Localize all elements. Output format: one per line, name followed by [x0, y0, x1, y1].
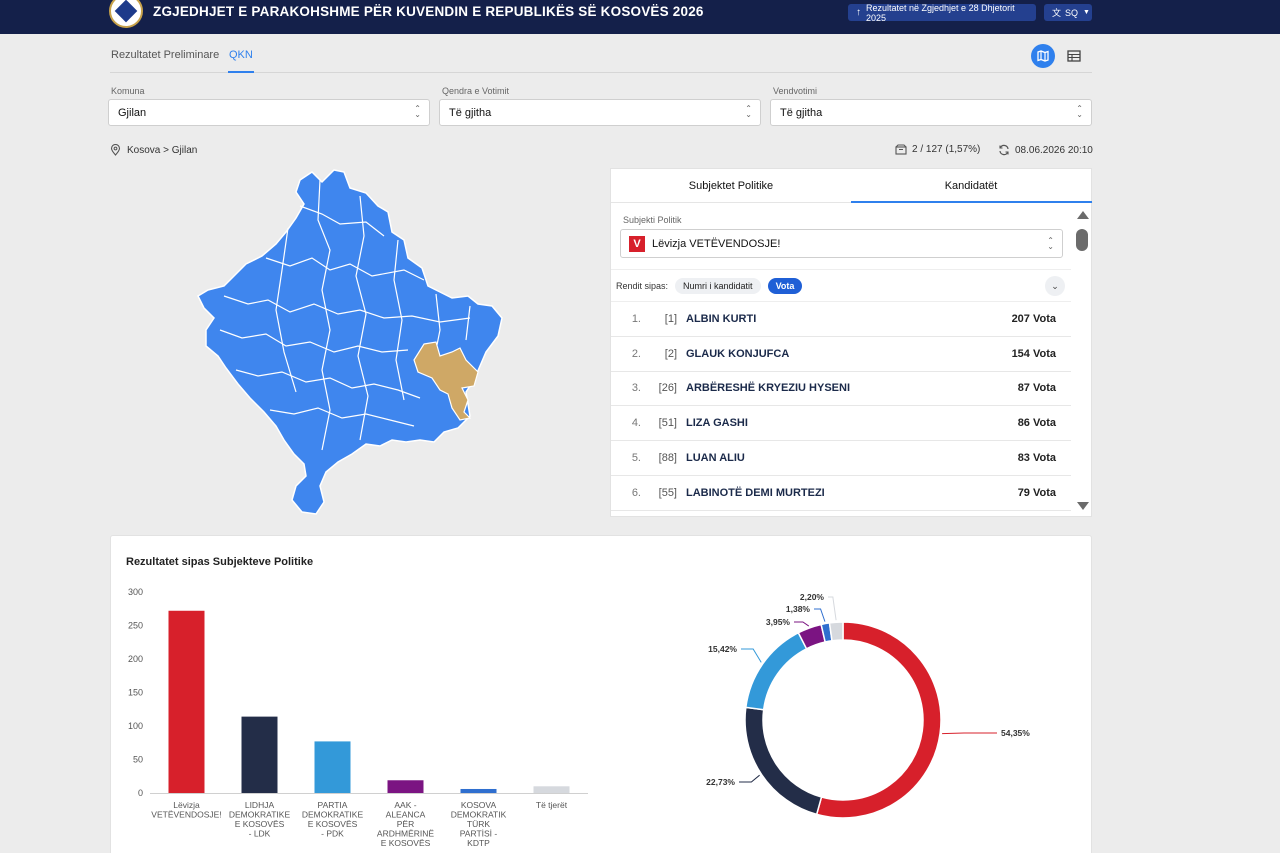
candidate-rank: 1. [631, 312, 641, 325]
kosovo-map-shape [197, 169, 503, 515]
kosovo-municipalities-map[interactable] [190, 165, 510, 525]
candidates-panel: Subjektet Politike Kandidatët Subjekti P… [610, 168, 1093, 517]
candidate-number: [26] [658, 382, 677, 395]
candidate-number: [88] [658, 452, 677, 465]
language-selector[interactable]: 文 SQ ▼ [1044, 4, 1092, 21]
chevron-updown-icon: ⌃ ⌄ [1047, 236, 1054, 251]
candidate-number: [51] [658, 417, 677, 430]
sort-label: Rendit sipas: [616, 280, 669, 291]
chevron-down-icon[interactable]: ⌄ [1045, 276, 1065, 296]
candidate-name: LUAN ALIU [686, 452, 745, 465]
location-pin-icon [110, 144, 121, 156]
candidate-votes: 86 Vota [1017, 417, 1056, 430]
candidate-votes: 207 Vota [1011, 312, 1056, 325]
scroll-up-arrow-icon[interactable] [1077, 211, 1089, 219]
candidate-name: ALBIN KURTI [686, 312, 757, 325]
map-view-button[interactable] [1031, 44, 1055, 68]
candidate-name: ARBËRESHË KRYEZIU HYSENI [686, 382, 851, 395]
active-tab-indicator [851, 201, 1092, 203]
vendvotimi-label: Vendvotimi [773, 86, 818, 96]
candidate-votes: 83 Vota [1017, 452, 1056, 465]
chevron-updown-icon: ⌃ ⌄ [745, 104, 752, 119]
tab-candidates[interactable]: Kandidatët [851, 169, 1091, 203]
chevron-updown-icon: ⌃ ⌄ [414, 104, 421, 119]
tab-qkn[interactable]: QKN [229, 49, 253, 61]
previous-results-button[interactable]: ↑ Rezultatet në Zgjedhjet e 28 Dhjetorit… [848, 3, 1036, 23]
page-title: ZGJEDHJET E PARAKOHSHME PËR KUVENDIN E R… [153, 4, 704, 19]
candidate-number: [2] [664, 347, 677, 360]
polling-stations-count: 2 / 127 (1,57%) [895, 144, 980, 155]
table-icon [1067, 50, 1081, 62]
candidate-rank: 2. [631, 347, 641, 360]
active-tab-indicator [228, 71, 254, 73]
candidate-rank: 6. [631, 486, 641, 499]
vendvotimi-select[interactable]: Të gjitha ⌃ ⌄ [770, 99, 1092, 126]
sort-controls: Rendit sipas: Numri i kandidatit Vota ⌄ [611, 269, 1071, 302]
candidate-row[interactable]: 6. [55] LABINOTË DEMI MURTEZI 79 Vota [611, 476, 1071, 511]
qendra-label: Qendra e Votimit [442, 86, 510, 96]
vetevendosje-logo: V [629, 235, 645, 252]
tab-preliminary-results[interactable]: Rezultatet Preliminare [111, 49, 219, 61]
candidate-votes: 154 Vota [1011, 347, 1056, 360]
political-subject-select[interactable]: V Lëvizja VETËVENDOSJE! ⌃ ⌄ [620, 229, 1063, 258]
subject-label: Subjekti Politik [623, 215, 682, 225]
chevron-down-icon: ▼ [1083, 9, 1090, 16]
top-bar: ZGJEDHJET E PARAKOHSHME PËR KUVENDIN E R… [0, 0, 1280, 34]
table-view-button[interactable] [1062, 44, 1086, 68]
candidate-row[interactable]: 2. [2] GLAUK KONJUFCA 154 Vota [611, 337, 1071, 372]
candidate-name: LABINOTË DEMI MURTEZI [686, 486, 825, 499]
candidate-name: LIZA GASHI [686, 417, 748, 430]
candidate-list: 1. [1] ALBIN KURTI 207 Vota 2. [2] GLAUK KONJU… [611, 302, 1071, 511]
candidate-row[interactable]: 5. [88] LUAN ALIU 83 Vota [611, 441, 1071, 476]
candidate-number: [55] [658, 486, 677, 499]
breadcrumb: Kosova > Gjilan [110, 144, 197, 156]
kosovo-emblem-logo [109, 0, 143, 28]
sort-by-number-button[interactable]: Numri i kandidatit [675, 277, 761, 294]
candidate-row[interactable]: 3. [26] ARBËRESHË KRYEZIU HYSENI 87 Vota [611, 372, 1071, 407]
sort-by-votes-button[interactable]: Vota [767, 277, 803, 294]
candidate-row[interactable]: 4. [51] LIZA GASHI 86 Vota [611, 406, 1071, 442]
candidate-votes: 79 Vota [1017, 486, 1056, 499]
candidate-number: [1] [664, 312, 677, 325]
last-updated: 08.06.2026 20:10 [998, 144, 1093, 156]
qendra-select[interactable]: Të gjitha ⌃ ⌄ [439, 99, 761, 126]
scroll-down-arrow-icon[interactable] [1077, 502, 1089, 510]
tab-political-subjects[interactable]: Subjektet Politike [611, 169, 851, 203]
arrow-up-icon: ↑ [856, 7, 861, 18]
results-panel: Rezultatet sipas Subjekteve Politike [110, 535, 1092, 853]
chevron-updown-icon: ⌃ ⌄ [1076, 104, 1083, 119]
refresh-icon [999, 144, 1009, 156]
main-tabs: Rezultatet Preliminare QKN [110, 46, 1092, 73]
komuna-select[interactable]: Gjilan ⌃ ⌄ [108, 99, 430, 126]
results-title: Rezultatet sipas Subjekteve Politike [126, 556, 314, 568]
scrollbar-thumb[interactable] [1076, 229, 1088, 251]
candidate-row[interactable]: 1. [1] ALBIN KURTI 207 Vota [611, 302, 1071, 337]
candidate-votes: 87 Vota [1017, 382, 1056, 395]
candidate-rank: 4. [631, 417, 641, 430]
map-icon [1037, 50, 1049, 62]
komuna-label: Komuna [111, 86, 145, 96]
candidate-rank: 3. [631, 382, 641, 395]
candidate-name: GLAUK KONJUFCA [686, 347, 790, 360]
candidate-rank: 5. [631, 452, 641, 465]
ballot-box-icon [895, 144, 907, 155]
translate-icon: 文 [1052, 8, 1062, 18]
